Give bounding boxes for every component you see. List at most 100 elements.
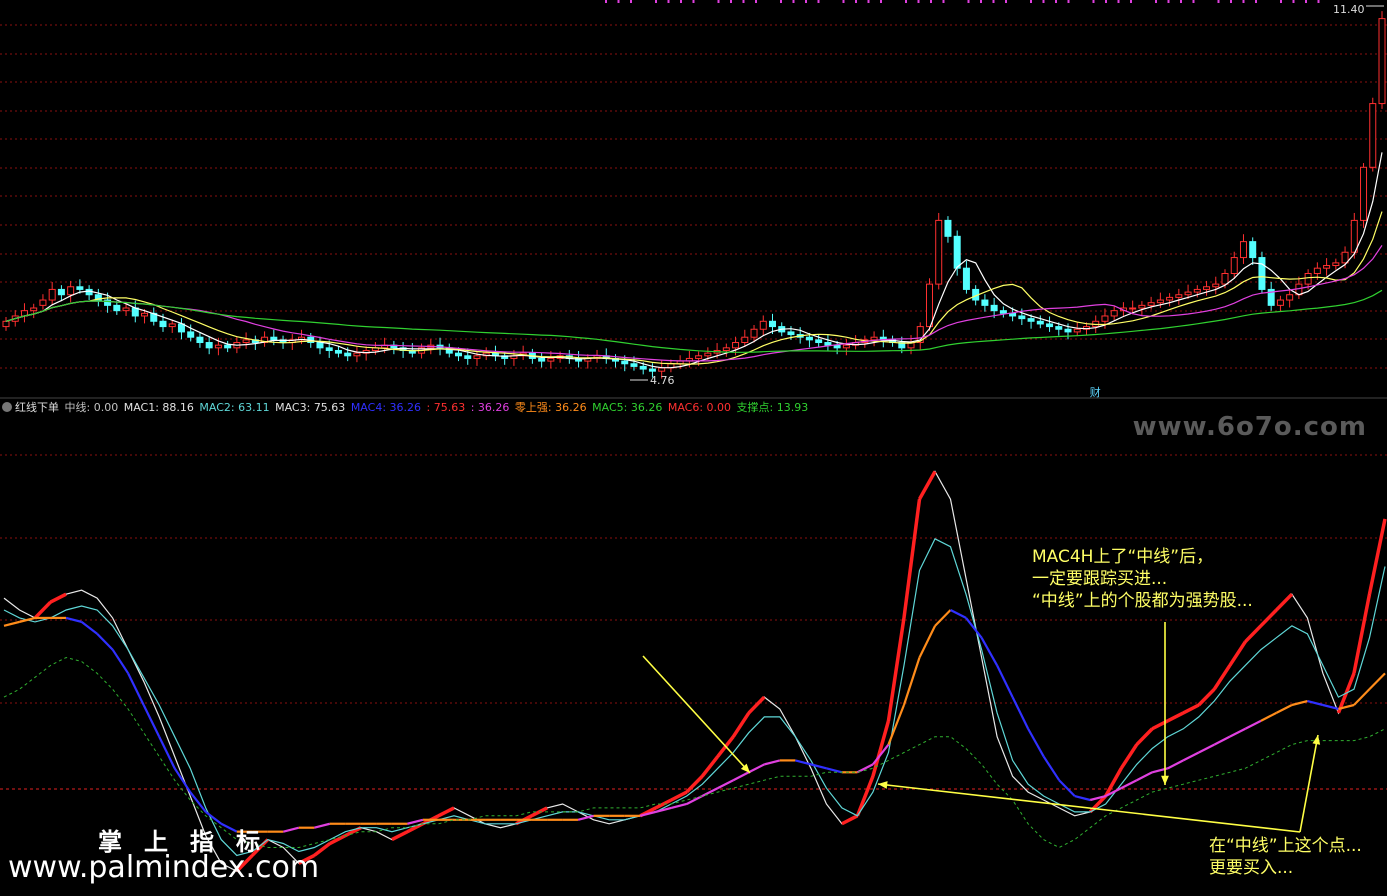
- mac1-strong-segment: [1228, 640, 1247, 667]
- candle-body: [1193, 288, 1201, 293]
- candle-body: [168, 323, 176, 328]
- annotation-bottom-line-2: 更要买入...: [1209, 858, 1294, 878]
- candle-body: [962, 267, 970, 290]
- event-tick: [905, 0, 907, 3]
- mac4-segment: [934, 609, 952, 627]
- candle-body: [999, 310, 1007, 314]
- mac4-segment: [1136, 771, 1153, 782]
- mac1-strong-segment: [49, 592, 67, 604]
- mac4-segment: [748, 763, 765, 774]
- candle-body: [935, 219, 943, 285]
- candle-body: [1378, 18, 1386, 105]
- event-tick: [1105, 0, 1107, 3]
- candle-body: [1276, 299, 1284, 306]
- price-low-label: 4.76: [650, 374, 675, 387]
- mac4-segment: [1229, 727, 1246, 738]
- candle-body: [990, 304, 998, 312]
- candle-body: [842, 344, 850, 349]
- candle-body: [57, 288, 65, 296]
- candle-body: [76, 286, 84, 290]
- candle-body: [1369, 103, 1377, 168]
- event-tick: [780, 0, 782, 3]
- arrow-4: [1299, 734, 1319, 833]
- mac4-segment: [1260, 711, 1277, 722]
- mac4-segment: [1213, 735, 1231, 746]
- candle-body: [704, 352, 712, 357]
- candle-body: [547, 357, 555, 362]
- mac1-strong-segment: [670, 790, 688, 802]
- candle-body: [538, 357, 546, 362]
- candle-body: [159, 320, 167, 328]
- mac4-segment: [1027, 728, 1045, 757]
- ma10-line: [5, 211, 1383, 365]
- candle-body: [1286, 294, 1294, 301]
- event-labels: 财融模: [1090, 385, 1101, 399]
- annotation-arrows: [642, 622, 1321, 833]
- mac4-segment: [670, 802, 688, 809]
- mac4-segment: [1074, 794, 1091, 802]
- event-tick: [655, 0, 657, 3]
- candle-body: [1360, 166, 1368, 221]
- arrow-3: [877, 783, 1301, 833]
- annotation-top-line-3: “中线”上的个股都为强势股...: [1032, 591, 1253, 611]
- candle-body: [741, 336, 749, 344]
- mac4-segment: [1275, 704, 1293, 714]
- event-tick: [1055, 0, 1057, 3]
- mac4-segment: [142, 704, 161, 738]
- candle-body: [1249, 241, 1257, 259]
- candle-body: [925, 283, 933, 328]
- candle-body: [750, 328, 758, 338]
- event-tick: [742, 0, 745, 3]
- mac4-segment: [1058, 779, 1076, 797]
- candle-body: [122, 307, 130, 312]
- candle-body: [824, 342, 832, 346]
- mac4-segment: [1198, 743, 1215, 754]
- event-tick: [942, 0, 945, 3]
- candle-body: [242, 339, 250, 344]
- legend-item-2: MAC2: 63.11: [199, 401, 274, 414]
- legend-item-9: MAC6: 0.00: [667, 401, 735, 414]
- price-high-label: 11.40: [1333, 3, 1365, 16]
- stock-chart[interactable]: 11.40 4.76 财融模: [0, 0, 1387, 896]
- candle-body: [344, 352, 352, 357]
- candle-body: [658, 367, 666, 372]
- indicator-menu-icon[interactable]: [2, 402, 12, 412]
- event-tick: [1317, 0, 1320, 3]
- candle-body: [1230, 257, 1238, 274]
- event-tick: [817, 0, 820, 3]
- event-tick: [1192, 0, 1195, 3]
- mac1-strong-segment: [1367, 518, 1387, 595]
- candle-body: [1212, 283, 1220, 288]
- mac1-strong-segment: [391, 830, 409, 842]
- legend-item-5: : 75.63: [426, 401, 469, 414]
- mac4-segment: [918, 625, 936, 658]
- event-tick: [1217, 0, 1220, 3]
- candle-body: [759, 320, 767, 330]
- legend-item-10: 支撑点: 13.93: [736, 401, 809, 414]
- candle-body: [1156, 299, 1164, 304]
- mac1-line: [3, 470, 1386, 873]
- mac1-strong-segment: [1212, 664, 1232, 691]
- event-tick: [1180, 0, 1182, 3]
- annotation-top: MAC4H上了“中线”后， 一定要跟踪买进... “中线”上的个股都为强势股..…: [1032, 546, 1253, 612]
- top-event-ticks: [605, 0, 1320, 3]
- candle-body: [1304, 272, 1312, 285]
- candle-body: [325, 347, 333, 351]
- event-tick: [1155, 0, 1157, 3]
- candle-body: [768, 320, 776, 328]
- candle-body: [870, 336, 878, 341]
- candle-body: [1203, 286, 1211, 290]
- candle-body: [67, 286, 75, 296]
- candle-body: [316, 342, 324, 349]
- candle-body: [214, 344, 222, 349]
- legend-item-3: MAC3: 75.63: [275, 401, 349, 414]
- legend-item-1: MAC1: 88.16: [123, 401, 198, 414]
- candle-body: [695, 355, 703, 359]
- event-tick: [692, 0, 695, 3]
- event-tick: [1005, 0, 1007, 3]
- mac1-strong-segment: [1244, 624, 1263, 643]
- event-tick: [1280, 0, 1282, 3]
- event-tick: [730, 0, 732, 3]
- mac1-strong-segment: [841, 814, 859, 826]
- mac4-segment: [65, 616, 82, 623]
